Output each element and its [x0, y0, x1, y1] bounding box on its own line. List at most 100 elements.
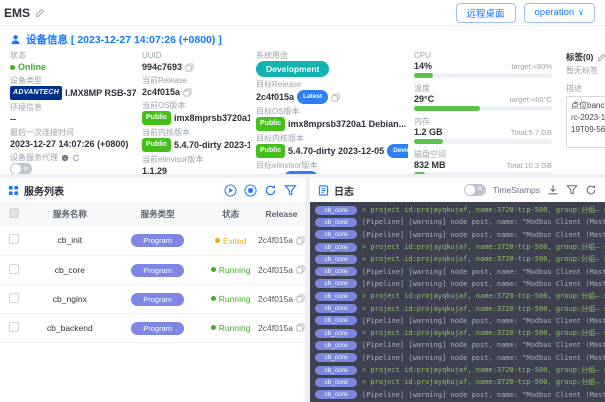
env-value: -- [10, 113, 136, 125]
refresh-icon[interactable] [264, 184, 277, 197]
stop-services-icon[interactable] [244, 184, 257, 197]
last-conn-value: 2023-12-27 14:07:26 (+0800) [10, 138, 136, 150]
log-line: cb_core [Pipeline] [warning] node post, … [315, 388, 605, 400]
progress-fill [414, 73, 433, 78]
row-checkbox[interactable] [9, 264, 19, 274]
target-os-label: 目标OS版本 [256, 107, 408, 117]
service-release: 2c4f015a [258, 265, 293, 275]
copy-icon[interactable] [296, 265, 305, 274]
service-row[interactable]: cb_init Program Exited 2c4f015a [0, 226, 305, 255]
device-col-metrics: CPU 14% target:<80% 温度 29°C target:<60°C… [414, 51, 560, 174]
log-service-badge: cb_core [315, 267, 357, 276]
service-list-title: 服务列表 [24, 183, 64, 198]
copy-icon[interactable] [331, 93, 340, 102]
col-release: Release [258, 202, 305, 226]
log-line: cb_core [Pipeline] [warning] node post, … [315, 229, 605, 241]
progress-fill [414, 106, 480, 111]
service-row[interactable]: cb_backend Program Running 2c4f015a [0, 313, 305, 342]
log-service-badge: cb_core [315, 316, 357, 325]
log-service-badge: cb_core [315, 329, 357, 338]
public-badge: Public [142, 111, 171, 125]
edit-title-icon[interactable] [35, 8, 45, 18]
metric-label: 内存 [414, 117, 552, 127]
device-info-section: 设备信息 [ 2023-12-27 14:07:26 (+0800) ] 状态 … [0, 26, 605, 174]
select-all-checkbox[interactable] [9, 208, 19, 218]
public-badge: Public [256, 144, 285, 158]
service-row[interactable]: cb_nginx Program Running 2c4f015a [0, 284, 305, 313]
log-service-badge: cb_core [315, 243, 357, 252]
log-line: cb_core > project id:projayqkujaf, name:… [315, 376, 605, 388]
remote-desktop-button[interactable]: 远程桌面 [456, 3, 516, 23]
row-checkbox[interactable] [9, 322, 19, 332]
metric-label: 温度 [414, 84, 552, 94]
refresh-small-icon[interactable] [72, 154, 80, 162]
copy-icon[interactable] [296, 323, 305, 332]
timestamps-toggle[interactable]: ✕ [464, 184, 486, 196]
col-type: 服务类型 [112, 202, 203, 226]
filter-icon[interactable] [284, 184, 297, 197]
download-icon[interactable] [547, 184, 559, 196]
top-bar: EMS 远程桌面 operation ∨ [0, 0, 605, 26]
log-refresh-icon[interactable] [585, 184, 597, 196]
target-kernel-value: 5.4.70-dirty 2023-12-05 [288, 145, 384, 157]
row-checkbox[interactable] [9, 293, 19, 303]
log-service-badge: cb_core [315, 206, 357, 215]
col-name: 服务名称 [28, 202, 112, 226]
log-text: [Pipeline] [warning] node post, name: "M… [362, 231, 605, 239]
copy-icon[interactable] [185, 63, 194, 72]
service-table-header: 服务名称 服务类型 状态 Release [0, 202, 305, 226]
log-text: > project id:projayqkujaf, name:3720-tcp… [362, 365, 605, 375]
info-icon[interactable]: i [61, 154, 69, 162]
log-text: [Pipeline] [warning] node post, name: "M… [362, 341, 605, 349]
cur-release-value: 2c4f015a [142, 86, 180, 98]
operation-dropdown[interactable]: operation ∨ [524, 3, 595, 23]
target-os-value: imx8mprsb3720a1 Debian... [288, 118, 406, 130]
service-status: Running [211, 294, 251, 304]
metric-label: CPU [414, 51, 552, 61]
log-line: cb_core [Pipeline] [warning] node post, … [315, 265, 605, 277]
log-service-badge: cb_core [315, 378, 357, 387]
metric-gauge: 磁盘空间 832 MB Total:10.3 GB [414, 150, 552, 174]
desc-label: 描述 [566, 84, 605, 94]
copy-icon[interactable] [296, 294, 305, 303]
copy-icon[interactable] [183, 88, 192, 97]
log-text: [Pipeline] [warning] node post, name: "M… [362, 218, 605, 226]
operation-label: operation [535, 7, 575, 18]
log-filter-icon[interactable] [566, 184, 578, 196]
cur-elinvisor-label: 当前elinvisor版本 [142, 155, 250, 165]
description-field[interactable]: 点位banchmark rc-2023-12-19T09-56-28 [566, 96, 605, 148]
copy-icon[interactable] [296, 236, 305, 245]
device-info-title: 设备信息 [ 2023-12-27 14:07:26 (+0800) ] [26, 32, 222, 47]
service-row[interactable]: cb_core Program Running 2c4f015a [0, 255, 305, 284]
service-name: cb_backend [28, 313, 112, 342]
public-badge: Public [256, 117, 285, 131]
log-line: cb_core [Pipeline] [warning] node post, … [315, 352, 605, 364]
metric-target: target:<80% [511, 62, 552, 71]
log-text: > project id:projayqkujaf, name:3720-tcp… [362, 254, 605, 264]
status-label: 状态 [10, 51, 136, 61]
log-text: [Pipeline] [warning] node post, name: "M… [362, 354, 605, 362]
log-text: [Pipeline] [warning] node post, name: "M… [362, 317, 605, 325]
program-badge: Program [131, 234, 184, 247]
log-service-badge: cb_core [315, 255, 357, 264]
metric-value: 832 MB [414, 160, 446, 170]
log-output[interactable]: cb_core > project id:projayqkujaf, name:… [310, 202, 605, 402]
log-text: [Pipeline] [warning] node post, name: "M… [362, 268, 605, 276]
row-checkbox[interactable] [9, 234, 19, 244]
agent-label: 设备服务代理 [10, 153, 58, 163]
col-status: 状态 [203, 202, 258, 226]
log-line: cb_core [Pipeline] [warning] node post, … [315, 216, 605, 228]
log-line: cb_core > project id:projayqkujaf, name:… [315, 327, 605, 339]
last-conn-label: 最后一次连接时间 [10, 128, 136, 138]
tags-empty-text: 暂无标签 [566, 65, 605, 76]
tags-label: 标签(0) [566, 51, 593, 63]
uuid-label: UUID [142, 51, 250, 61]
log-line: cb_core > project id:projayqkujaf, name:… [315, 302, 605, 314]
start-services-icon[interactable] [224, 184, 237, 197]
log-text: > project id:projayqkujaf, name:3720-tcp… [362, 291, 605, 301]
edit-tags-icon[interactable] [597, 53, 605, 62]
metric-target: target:<60°C [510, 95, 552, 104]
service-status: Running [211, 323, 251, 333]
metric-target: Total:10.3 GB [507, 161, 552, 170]
agent-toggle[interactable]: ✕ [10, 163, 32, 174]
